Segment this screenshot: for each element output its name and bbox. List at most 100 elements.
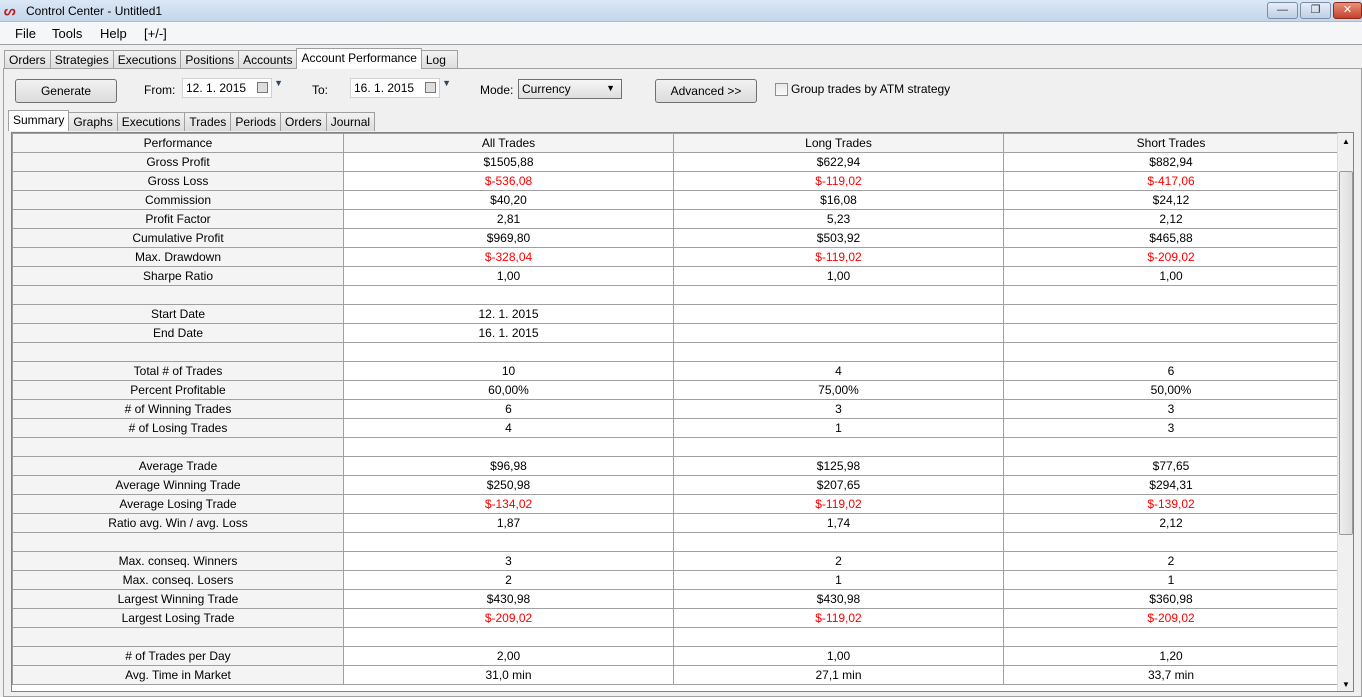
table-row[interactable]: Largest Losing Trade $-209,02 $-119,02 $-20… bbox=[12, 608, 1339, 628]
from-date-picker[interactable]: 12. 1. 2015 ▼ bbox=[182, 78, 283, 98]
tab-executions[interactable]: Executions bbox=[112, 50, 182, 69]
cell-value: $1505,88 bbox=[343, 152, 674, 172]
cell-value bbox=[343, 342, 674, 362]
mode-select[interactable]: Currency ▼ bbox=[518, 79, 622, 99]
row-label: # of Trades per Day bbox=[12, 646, 344, 666]
cell-value bbox=[343, 437, 674, 457]
menu-tools[interactable]: Tools bbox=[52, 26, 82, 41]
table-row[interactable]: Avg. Time in Market 31,0 min 27,1 min 33,7 … bbox=[12, 665, 1339, 685]
app-logo-icon: ᔕ bbox=[4, 3, 16, 18]
cell-value: 12. 1. 2015 bbox=[343, 304, 674, 324]
cell-value: 5,23 bbox=[673, 209, 1004, 229]
table-row[interactable]: End Date 16. 1. 2015 bbox=[12, 323, 1339, 343]
col-header-long-trades[interactable]: Long Trades bbox=[673, 133, 1004, 153]
cell-value bbox=[673, 627, 1004, 647]
cell-value: 6 bbox=[343, 399, 674, 419]
table-row[interactable] bbox=[12, 437, 1339, 457]
tab-account-performance[interactable]: Account Performance bbox=[296, 48, 422, 69]
row-label: Cumulative Profit bbox=[12, 228, 344, 248]
cell-value: $-119,02 bbox=[673, 171, 1004, 191]
from-label: From: bbox=[144, 83, 176, 97]
row-label bbox=[12, 627, 344, 647]
tab-trades[interactable]: Trades bbox=[184, 112, 232, 131]
tab-executions-sub[interactable]: Executions bbox=[116, 112, 186, 131]
cell-value bbox=[1003, 285, 1339, 305]
table-row[interactable]: Cumulative Profit $969,80 $503,92 $465,88 bbox=[12, 228, 1339, 248]
table-row[interactable]: Sharpe Ratio 1,00 1,00 1,00 bbox=[12, 266, 1339, 286]
cell-value: $294,31 bbox=[1003, 475, 1339, 495]
table-row[interactable]: Profit Factor 2,81 5,23 2,12 bbox=[12, 209, 1339, 229]
row-label bbox=[12, 532, 344, 552]
cell-value: 1 bbox=[673, 570, 1004, 590]
cell-value: 75,00% bbox=[673, 380, 1004, 400]
cell-value: 2,00 bbox=[343, 646, 674, 666]
row-label: Ratio avg. Win / avg. Loss bbox=[12, 513, 344, 533]
table-row[interactable]: Average Trade $96,98 $125,98 $77,65 bbox=[12, 456, 1339, 476]
row-label: # of Winning Trades bbox=[12, 399, 344, 419]
tab-log[interactable]: Log bbox=[420, 50, 458, 69]
table-row[interactable]: # of Winning Trades 6 3 3 bbox=[12, 399, 1339, 419]
to-date-picker[interactable]: 16. 1. 2015 ▼ bbox=[350, 78, 451, 98]
table-row[interactable]: # of Losing Trades 4 1 3 bbox=[12, 418, 1339, 438]
tab-periods[interactable]: Periods bbox=[230, 112, 281, 131]
restore-button[interactable]: ❐ bbox=[1300, 2, 1331, 19]
tab-journal[interactable]: Journal bbox=[325, 112, 376, 131]
row-label: Percent Profitable bbox=[12, 380, 344, 400]
table-row[interactable]: Average Winning Trade $250,98 $207,65 $294,… bbox=[12, 475, 1339, 495]
table-row[interactable] bbox=[12, 342, 1339, 362]
tab-graphs[interactable]: Graphs bbox=[68, 112, 118, 131]
table-row[interactable]: Gross Profit $1505,88 $622,94 $882,94 bbox=[12, 152, 1339, 172]
row-label: # of Losing Trades bbox=[12, 418, 344, 438]
cell-value: 2,12 bbox=[1003, 209, 1339, 229]
cell-value: 2,12 bbox=[1003, 513, 1339, 533]
cell-value bbox=[673, 437, 1004, 457]
row-label: Gross Profit bbox=[12, 152, 344, 172]
cell-value: $465,88 bbox=[1003, 228, 1339, 248]
cell-value bbox=[673, 342, 1004, 362]
tab-summary[interactable]: Summary bbox=[8, 110, 70, 131]
generate-button[interactable]: Generate bbox=[15, 79, 117, 103]
table-row[interactable]: Max. conseq. Winners 3 2 2 bbox=[12, 551, 1339, 571]
chevron-down-icon: ▼ bbox=[606, 83, 615, 93]
row-label: Average Winning Trade bbox=[12, 475, 344, 495]
table-row[interactable]: Percent Profitable 60,00% 75,00% 50,00% bbox=[12, 380, 1339, 400]
cell-value: $-209,02 bbox=[1003, 608, 1339, 628]
tab-orders-sub[interactable]: Orders bbox=[280, 112, 327, 131]
col-header-all-trades[interactable]: All Trades bbox=[343, 133, 674, 153]
tab-positions[interactable]: Positions bbox=[180, 50, 240, 69]
menu-help[interactable]: Help bbox=[100, 26, 127, 41]
table-row[interactable] bbox=[12, 627, 1339, 647]
vertical-scrollbar[interactable]: ▲ ▼ bbox=[1337, 133, 1353, 691]
table-row[interactable]: Start Date 12. 1. 2015 bbox=[12, 304, 1339, 324]
table-row[interactable]: Gross Loss $-536,08 $-119,02 $-417,06 bbox=[12, 171, 1339, 191]
table-row[interactable]: Commission $40,20 $16,08 $24,12 bbox=[12, 190, 1339, 210]
scroll-down-icon[interactable]: ▼ bbox=[1342, 680, 1350, 689]
tab-accounts[interactable]: Accounts bbox=[238, 50, 298, 69]
advanced-button[interactable]: Advanced >> bbox=[655, 79, 757, 103]
col-header-performance[interactable]: Performance bbox=[12, 133, 344, 153]
cell-value: $40,20 bbox=[343, 190, 674, 210]
cell-value: $-119,02 bbox=[673, 247, 1004, 267]
table-row[interactable]: Average Losing Trade $-134,02 $-119,02 $-13… bbox=[12, 494, 1339, 514]
table-row[interactable]: Max. Drawdown $-328,04 $-119,02 $-209,02 bbox=[12, 247, 1339, 267]
cell-value: 50,00% bbox=[1003, 380, 1339, 400]
table-row[interactable]: Largest Winning Trade $430,98 $430,98 $360,… bbox=[12, 589, 1339, 609]
table-row[interactable] bbox=[12, 532, 1339, 552]
table-row[interactable]: # of Trades per Day 2,00 1,00 1,20 bbox=[12, 646, 1339, 666]
table-row[interactable]: Ratio avg. Win / avg. Loss 1,87 1,74 2,12 bbox=[12, 513, 1339, 533]
minimize-button[interactable]: — bbox=[1267, 2, 1298, 19]
tab-orders[interactable]: Orders bbox=[4, 50, 51, 69]
table-row[interactable]: Total # of Trades 10 4 6 bbox=[12, 361, 1339, 381]
col-header-short-trades[interactable]: Short Trades bbox=[1003, 133, 1339, 153]
scroll-up-icon[interactable]: ▲ bbox=[1342, 137, 1350, 146]
tab-strategies[interactable]: Strategies bbox=[49, 50, 114, 69]
row-label: Max. Drawdown bbox=[12, 247, 344, 267]
scrollbar-thumb[interactable] bbox=[1339, 171, 1353, 535]
table-row[interactable] bbox=[12, 285, 1339, 305]
close-button[interactable]: ✕ bbox=[1333, 2, 1362, 19]
table-row[interactable]: Max. conseq. Losers 2 1 1 bbox=[12, 570, 1339, 590]
group-by-atm-checkbox[interactable] bbox=[775, 83, 788, 96]
menu-toggle[interactable]: [+/-] bbox=[144, 26, 167, 41]
cell-value: 1,00 bbox=[343, 266, 674, 286]
menu-file[interactable]: File bbox=[15, 26, 36, 41]
